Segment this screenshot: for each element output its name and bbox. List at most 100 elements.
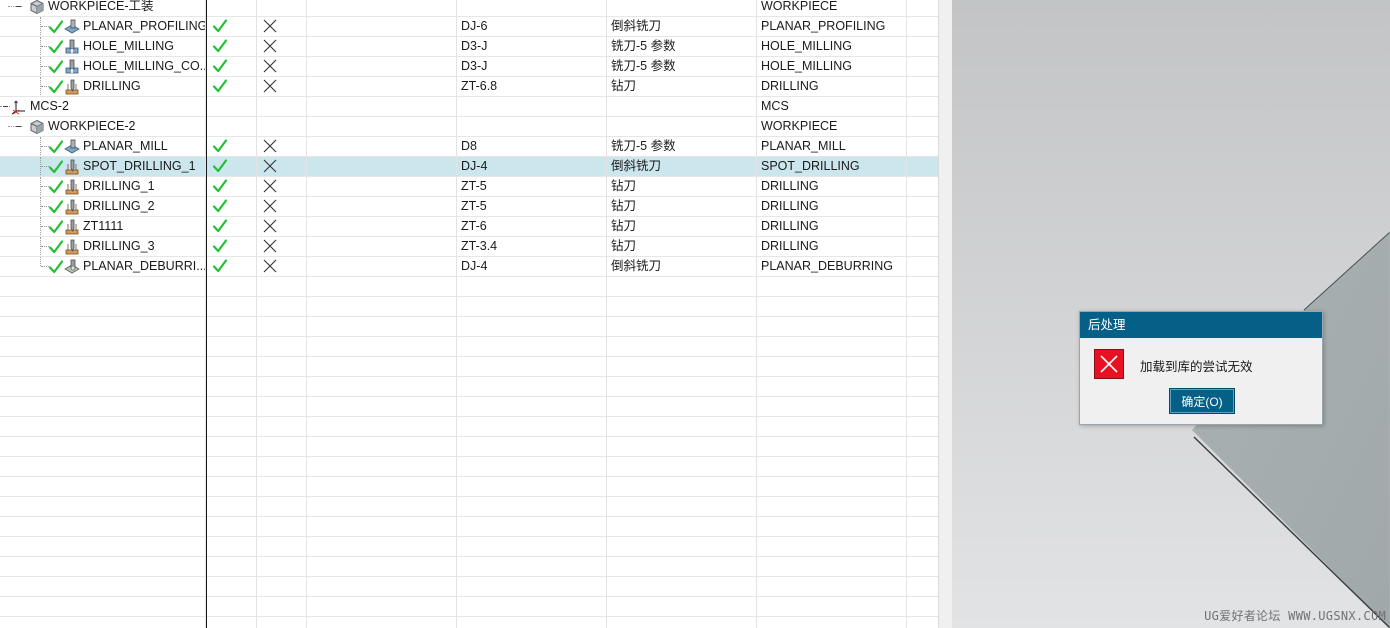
dialog-message: 加载到库的尝试无效 xyxy=(1140,360,1253,374)
navigator-row[interactable]: PLANAR_PROFILING DJ-6 倒斜铣刀 PLANAR_PROFILING xyxy=(0,17,938,37)
column-divider-path[interactable] xyxy=(456,0,457,628)
workpiece-icon xyxy=(29,0,45,15)
tool-cell: D3-J xyxy=(461,39,488,53)
empty-row xyxy=(0,517,938,537)
column-divider-tool[interactable] xyxy=(606,0,607,628)
name-cell[interactable]: PLANAR_DEBURRI... xyxy=(0,257,205,276)
cross-icon xyxy=(262,58,278,74)
tool-cell: ZT-6 xyxy=(461,219,487,233)
name-content: PLANAR_PROFILING xyxy=(48,17,205,36)
navigator-row[interactable]: ZT1111 ZT-6 钻刀 DRILLING xyxy=(0,217,938,237)
operation-type-cell: HOLE_MILLING xyxy=(761,59,853,73)
operation-name: WORKPIECE-2 xyxy=(48,119,136,133)
toolpath-check-icon xyxy=(212,78,228,94)
name-cell[interactable]: PLANAR_PROFILING xyxy=(0,17,205,36)
operation-navigator: WORKPIECE-工装 WORKPIECE PLANAR_PROFILING DJ-… xyxy=(0,0,938,628)
name-cell[interactable]: HOLE_MILLING_CO... xyxy=(0,57,205,76)
empty-row xyxy=(0,377,938,397)
column-divider-tooltype[interactable] xyxy=(756,0,757,628)
navigator-row[interactable]: PLANAR_DEBURRI... DJ-4 倒斜铣刀 PLANAR_DEBURRIN… xyxy=(0,257,938,277)
toolpath-ok-cell xyxy=(207,57,255,76)
vertical-scrollbar[interactable] xyxy=(938,0,952,628)
operation-name: WORKPIECE-工装 xyxy=(48,0,154,13)
status-check-icon xyxy=(48,159,64,175)
cross-icon xyxy=(262,38,278,54)
navigator-row[interactable]: DRILLING_2 ZT-5 钻刀 DRILLING xyxy=(0,197,938,217)
toolpath-check-icon xyxy=(212,38,228,54)
name-cell[interactable]: SPOT_DRILLING_1 xyxy=(0,157,205,176)
tool-cell: DJ-4 xyxy=(461,259,488,273)
postprocess-status-cell xyxy=(257,217,305,236)
navigator-row[interactable]: DRILLING_3 ZT-3.4 钻刀 DRILLING xyxy=(0,237,938,257)
tool-cell: ZT-5 xyxy=(461,199,487,213)
name-cell[interactable]: PLANAR_MILL xyxy=(0,137,205,156)
navigator-row[interactable]: HOLE_MILLING_CO... D3-J 铣刀-5 参数 HOLE_MILLIN… xyxy=(0,57,938,77)
empty-row xyxy=(0,297,938,317)
toolpath-ok-cell xyxy=(207,37,255,56)
empty-row xyxy=(0,317,938,337)
name-cell[interactable]: DRILLING_2 xyxy=(0,197,205,216)
collapse-toggle-icon[interactable] xyxy=(14,122,23,131)
column-divider-type[interactable] xyxy=(906,0,907,628)
operation-type-cell: DRILLING xyxy=(761,179,819,193)
dialog-title[interactable]: 后处理 xyxy=(1080,312,1322,338)
empty-row xyxy=(0,537,938,557)
tool-type-cell: 铣刀-5 参数 xyxy=(611,139,676,153)
operation-type-cell: PLANAR_MILL xyxy=(761,139,846,153)
navigator-row[interactable]: SPOT_DRILLING_1 DJ-4 倒斜铣刀 SPOT_DRILLING xyxy=(0,157,938,177)
mcs-icon xyxy=(11,99,27,115)
name-cell[interactable]: ZT1111 xyxy=(0,217,205,236)
postprocess-status-cell xyxy=(257,237,305,256)
toolpath-check-icon xyxy=(212,58,228,74)
name-cell[interactable]: WORKPIECE-2 xyxy=(0,117,205,136)
navigator-row[interactable]: WORKPIECE-2 WORKPIECE xyxy=(0,117,938,137)
name-content: SPOT_DRILLING_1 xyxy=(48,157,196,176)
empty-row xyxy=(0,337,938,357)
toolpath-check-icon xyxy=(212,218,228,234)
drilling-op-icon xyxy=(64,79,80,95)
operation-name: HOLE_MILLING_CO... xyxy=(83,59,205,73)
toolpath-check-icon xyxy=(212,238,228,254)
navigator-row[interactable]: MCS-2 MCS xyxy=(0,97,938,117)
navigator-row[interactable]: DRILLING ZT-6.8 钻刀 DRILLING xyxy=(0,77,938,97)
cross-icon xyxy=(262,258,278,274)
toolpath-ok-cell xyxy=(207,137,255,156)
name-cell[interactable]: MCS-2 xyxy=(0,97,205,116)
cross-icon xyxy=(262,18,278,34)
column-divider-a[interactable] xyxy=(256,0,257,628)
empty-row xyxy=(0,557,938,577)
column-divider-b[interactable] xyxy=(306,0,307,628)
name-cell[interactable]: DRILLING_1 xyxy=(0,177,205,196)
cross-icon xyxy=(262,138,278,154)
name-cell[interactable]: DRILLING xyxy=(0,77,205,96)
toolpath-ok-cell xyxy=(207,217,255,236)
name-cell[interactable]: WORKPIECE-工装 xyxy=(0,0,205,16)
navigator-row[interactable]: HOLE_MILLING D3-J 铣刀-5 参数 HOLE_MILLING xyxy=(0,37,938,57)
toolpath-check-icon xyxy=(212,178,228,194)
tool-type-cell xyxy=(611,0,751,16)
tool-type-cell: 铣刀-5 参数 xyxy=(611,39,676,53)
ok-button[interactable]: 确定(O) xyxy=(1169,388,1235,414)
collapse-toggle-icon[interactable] xyxy=(14,2,23,11)
operation-name: ZT1111 xyxy=(83,219,124,233)
navigator-row[interactable]: DRILLING_1 ZT-5 钻刀 DRILLING xyxy=(0,177,938,197)
postprocess-status-cell xyxy=(257,257,305,276)
navigator-row[interactable]: WORKPIECE-工装 WORKPIECE xyxy=(0,0,938,17)
status-check-icon xyxy=(48,259,64,275)
collapse-toggle-icon[interactable] xyxy=(1,102,10,111)
operation-type-cell: MCS xyxy=(761,99,789,113)
name-cell[interactable]: HOLE_MILLING xyxy=(0,37,205,56)
navigator-row[interactable]: PLANAR_MILL D8 铣刀-5 参数 PLANAR_MILL xyxy=(0,137,938,157)
toolpath-ok-cell xyxy=(207,237,255,256)
status-check-icon xyxy=(48,139,64,155)
operation-type-cell: PLANAR_DEBURRING xyxy=(761,259,893,273)
tool-cell: ZT-3.4 xyxy=(461,239,498,253)
name-content: PLANAR_DEBURRI... xyxy=(48,257,205,276)
status-check-icon xyxy=(48,19,64,35)
toolpath-ok-cell xyxy=(207,197,255,216)
operation-type-cell: PLANAR_PROFILING xyxy=(761,19,886,33)
name-cell[interactable]: DRILLING_3 xyxy=(0,237,205,256)
operation-type-cell: SPOT_DRILLING xyxy=(761,159,860,173)
error-icon xyxy=(1094,349,1124,379)
empty-row xyxy=(0,577,938,597)
